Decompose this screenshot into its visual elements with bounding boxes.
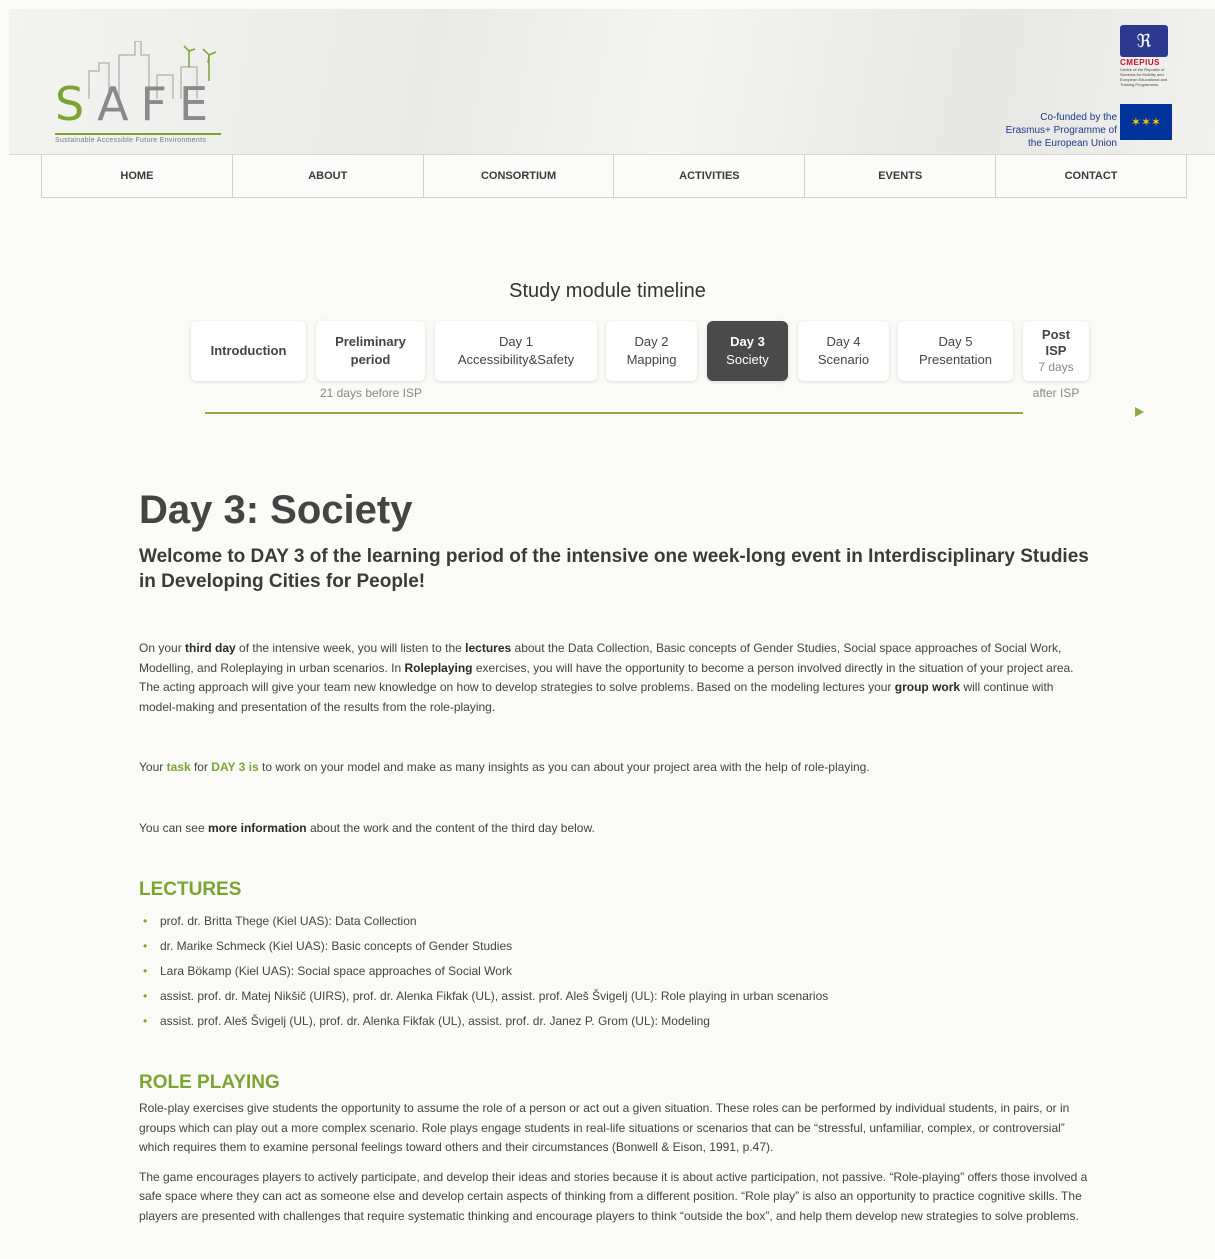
timeline-day5[interactable]: Day 5 Presentation — [898, 321, 1013, 381]
role-playing-paragraph-2: The game encourages players to actively … — [139, 1169, 1088, 1223]
timeline-label: Introduction — [210, 343, 287, 358]
logo-letter-s: S — [55, 77, 98, 131]
timeline-post-isp[interactable]: Post ISP 7 days — [1023, 321, 1089, 381]
timeline-label: Day 4 — [826, 334, 861, 349]
more-info-paragraph: You can see more information about the w… — [139, 820, 595, 835]
timeline-label: Day 3 — [730, 334, 765, 349]
timeline-label: Post — [1041, 327, 1071, 342]
logo-tagline: Sustainable Accessible Future Environmen… — [55, 133, 221, 144]
safe-logo[interactable]: SAFE Sustainable Accessible Future Envir… — [55, 41, 231, 151]
list-item: assist. prof. Aleš Švigelj (UL), prof. d… — [139, 1009, 1089, 1034]
list-item: assist. prof. dr. Matej Nikšič (UIRS), p… — [139, 984, 1089, 1009]
timeline-sublabel: Society — [726, 352, 769, 367]
eu-flag-icon: ✶✶✶ — [1120, 104, 1172, 140]
nav-consortium[interactable]: CONSORTIUM — [424, 155, 615, 197]
cmepius-emblem-icon: ℜ — [1120, 25, 1168, 57]
logo-letters-rest: AFE — [97, 77, 221, 131]
timeline-sublabel: ISP — [1045, 343, 1067, 358]
timeline-label: Day 2 — [634, 334, 669, 349]
timeline-sublabel: Mapping — [626, 352, 677, 367]
timeline-label: Day 1 — [499, 334, 533, 349]
timeline-preliminary[interactable]: Preliminary period — [316, 321, 425, 381]
main-navigation: HOME ABOUT CONSORTIUM ACTIVITIES EVENTS … — [41, 155, 1187, 198]
page: SAFE Sustainable Accessible Future Envir… — [0, 0, 1215, 1259]
timeline-sublabel: Accessibility&Safety — [457, 352, 575, 367]
timeline-line — [205, 412, 1023, 414]
timeline-sublabel: Presentation — [919, 352, 992, 367]
timeline-sublabel: period — [350, 352, 391, 367]
timeline-note-preliminary: 21 days before ISP — [319, 386, 423, 400]
cmepius-logo[interactable]: ℜ CMEPIUS Centre of the Republic of Slov… — [1120, 25, 1172, 103]
timeline-label: Day 5 — [938, 334, 973, 349]
timeline-label: Preliminary — [335, 334, 406, 349]
timeline-days-note: 7 days — [1038, 360, 1074, 374]
main-content: Day 3: Society Welcome to DAY 3 of the l… — [139, 486, 1089, 1226]
nav-home[interactable]: HOME — [42, 155, 233, 197]
timeline-day3[interactable]: Day 3 Society — [707, 321, 788, 381]
timeline-sublabel: Scenario — [817, 352, 870, 367]
list-item: prof. dr. Britta Thege (Kiel UAS): Data … — [139, 909, 1089, 934]
nav-events[interactable]: EVENTS — [805, 155, 997, 197]
logo-wordmark: SAFE — [55, 77, 220, 131]
list-item: dr. Marike Schmeck (Kiel UAS): Basic con… — [139, 934, 1089, 959]
cmepius-name: CMEPIUS — [1120, 58, 1160, 67]
timeline-day2[interactable]: Day 2 Mapping — [606, 321, 697, 381]
list-item: Lara Bökamp (Kiel UAS): Social space app… — [139, 959, 1089, 984]
intro-paragraph: On your third day of the intensive week,… — [139, 641, 1074, 714]
role-playing-paragraph-1: Role-play exercises give students the op… — [139, 1101, 1070, 1154]
timeline-title: Study module timeline — [509, 280, 706, 302]
cmepius-subtitle: Centre of the Republic of Slovenia for M… — [1120, 67, 1168, 87]
nav-about[interactable]: ABOUT — [233, 155, 424, 197]
timeline-day1[interactable]: Day 1 Accessibility&Safety — [435, 321, 597, 381]
timeline-next-arrow-icon[interactable] — [1135, 407, 1144, 417]
site-header: SAFE Sustainable Accessible Future Envir… — [9, 9, 1215, 155]
task-paragraph: Your task for DAY 3 is to work on your m… — [139, 760, 870, 774]
lectures-list: prof. dr. Britta Thege (Kiel UAS): Data … — [139, 909, 1089, 1034]
lectures-heading: LECTURES — [139, 879, 242, 900]
welcome-heading: Welcome to DAY 3 of the learning period … — [139, 546, 1089, 592]
eu-cofunded-text: Co-funded by the Erasmus+ Programme of t… — [1005, 112, 1117, 149]
timeline-note-post: after ISP — [1032, 386, 1080, 400]
nav-contact[interactable]: CONTACT — [996, 155, 1186, 197]
timeline-introduction[interactable]: Introduction — [191, 321, 306, 381]
role-playing-heading: ROLE PLAYING — [139, 1072, 280, 1093]
timeline-day4[interactable]: Day 4 Scenario — [798, 321, 889, 381]
nav-activities[interactable]: ACTIVITIES — [614, 155, 806, 197]
page-title: Day 3: Society — [139, 488, 413, 532]
